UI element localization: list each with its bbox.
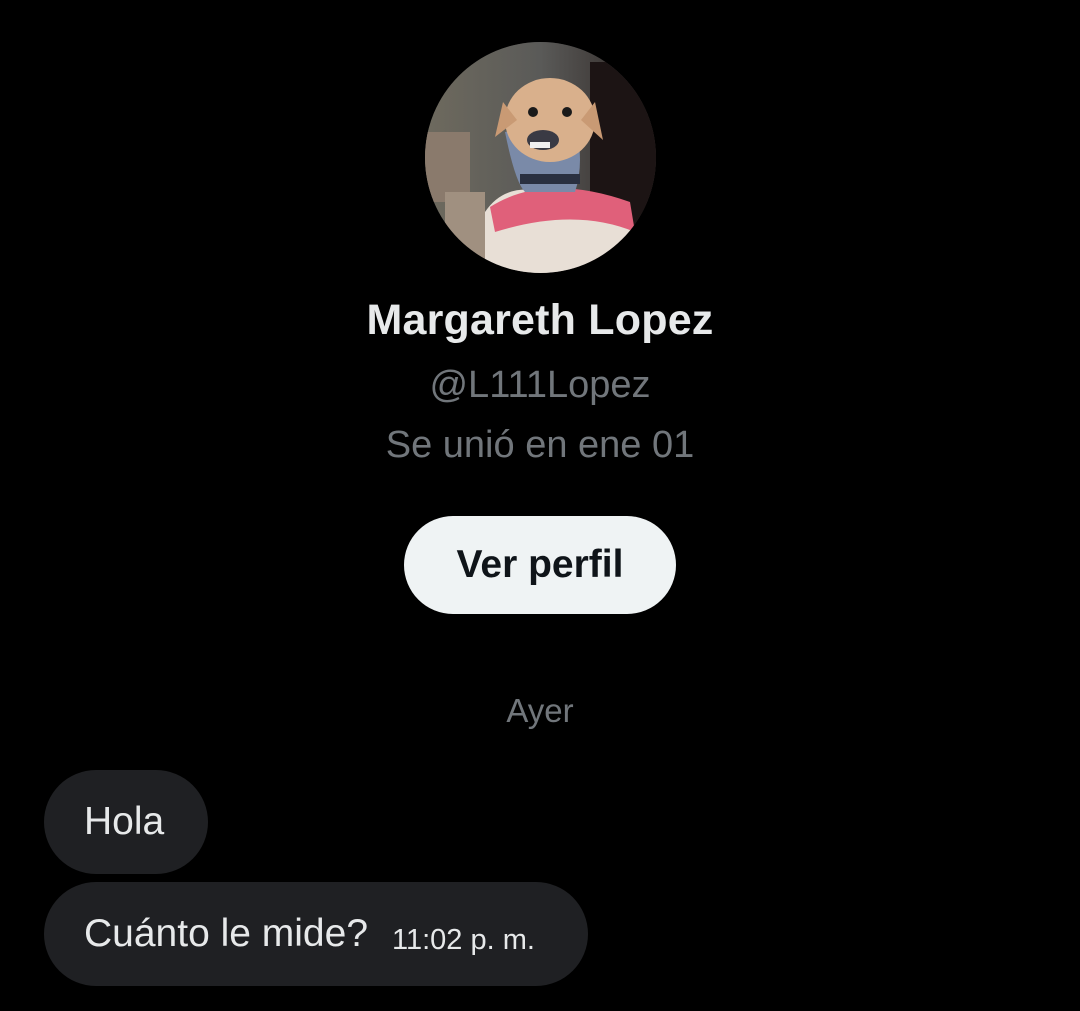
conversation-profile-header: Margareth Lopez @L111Lopez Se unió en en… [0,0,1080,660]
message-bubble[interactable]: Cuánto le mide? 11:02 p. m. [44,882,588,986]
avatar-photo [425,42,656,273]
message-text: Cuánto le mide? [84,912,369,955]
message-timestamp: 11:02 p. m. [392,923,535,956]
user-handle: @L111Lopez [429,364,651,406]
avatar[interactable] [425,42,656,273]
message-text: Hola [84,800,165,843]
join-date: Se unió en ene 01 [385,424,695,466]
date-divider: Ayer [506,692,574,729]
display-name: Margareth Lopez [366,296,714,344]
view-profile-button[interactable]: Ver perfil [404,516,676,614]
message-bubble[interactable]: Hola [44,770,208,874]
